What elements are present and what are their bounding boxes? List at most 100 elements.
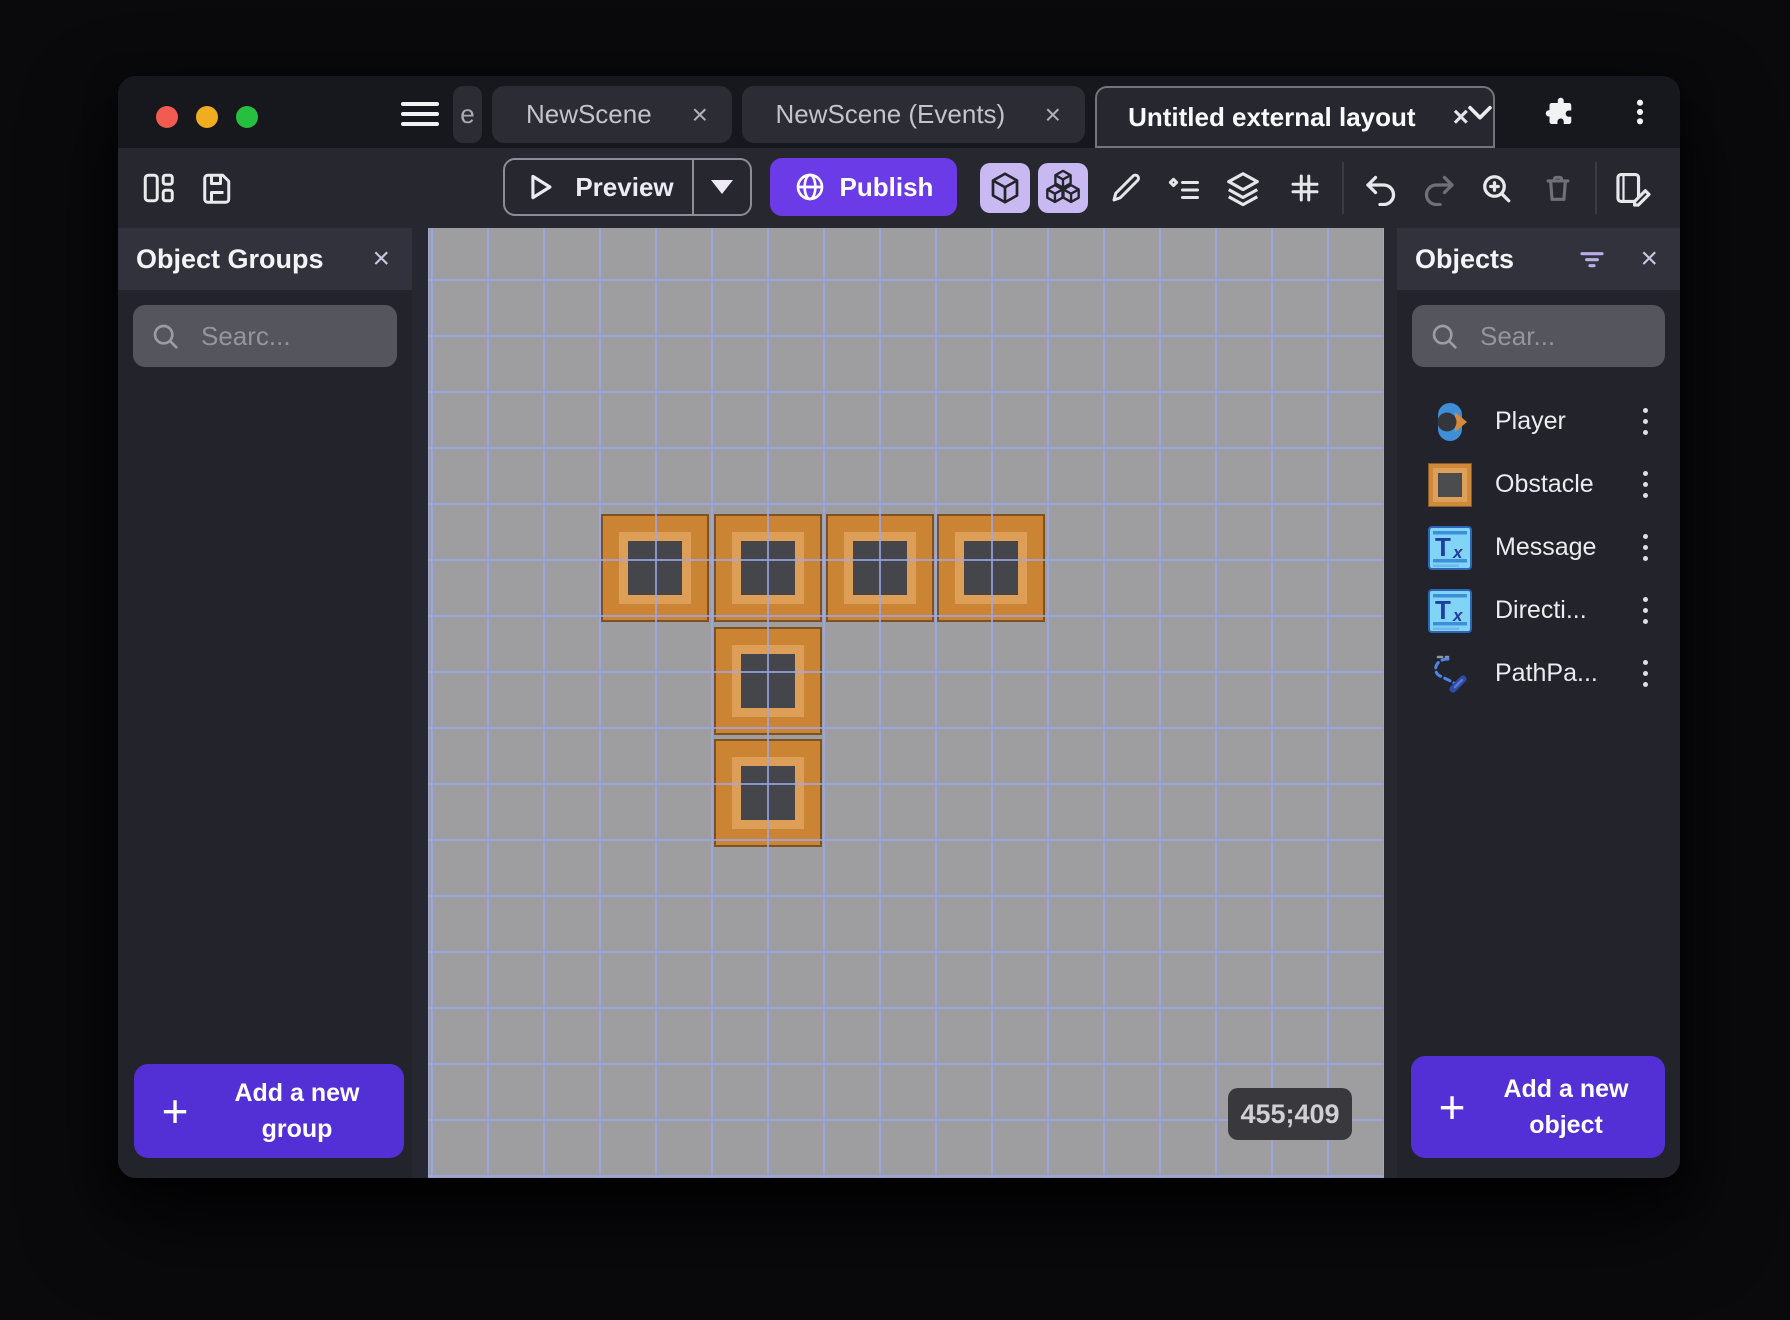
svg-text:x: x <box>1452 606 1464 625</box>
text-object-icon: Tx <box>1427 525 1473 571</box>
zoom-window-button[interactable] <box>236 106 258 128</box>
obstacle-icon <box>1427 462 1473 508</box>
add-object-label: Add a new object <box>1503 1075 1629 1139</box>
preview-button-main[interactable]: Preview <box>505 160 692 214</box>
close-icon[interactable]: × <box>692 100 708 129</box>
zoom-in-icon[interactable] <box>1476 168 1516 208</box>
panel-title: Object Groups <box>136 243 324 274</box>
obstacle-instance[interactable] <box>826 514 934 622</box>
scene-canvas[interactable]: 455;409 <box>428 228 1384 1178</box>
tab-label: NewScene <box>525 99 652 129</box>
object-menu-icon[interactable] <box>1639 467 1652 502</box>
plus-icon: + <box>1438 1081 1466 1133</box>
obstacle-instance[interactable] <box>714 627 822 735</box>
objects-header: Objects × <box>1397 228 1680 290</box>
toolbar-separator <box>1595 162 1597 214</box>
obstacle-instance[interactable] <box>714 739 822 847</box>
svg-text:T: T <box>1435 532 1451 562</box>
tab-newscene-events[interactable]: NewScene (Events) × <box>742 86 1085 143</box>
caret-down-icon <box>711 180 733 194</box>
close-icon[interactable]: × <box>1636 244 1662 274</box>
obstacle-instance[interactable] <box>714 514 822 622</box>
search-input[interactable] <box>199 319 381 353</box>
globe-icon <box>796 173 823 201</box>
minimize-window-button[interactable] <box>196 106 218 128</box>
cube-icon <box>991 172 1019 204</box>
instructions-list-icon[interactable] <box>1164 168 1204 208</box>
play-icon <box>531 174 552 200</box>
tab-untitled-external-layout[interactable]: Untitled external layout × <box>1095 86 1495 148</box>
object-row-player[interactable]: Player <box>1397 390 1680 453</box>
instances-editor-toggle[interactable] <box>1038 163 1088 213</box>
objects-search[interactable] <box>1412 305 1665 367</box>
search-input[interactable] <box>1478 319 1649 353</box>
cubes-icon <box>1046 169 1080 204</box>
filter-icon[interactable] <box>1576 243 1608 275</box>
grid-overlay <box>428 228 1384 1178</box>
titlebar: e NewScene × NewScene (Events) × Untitle… <box>118 76 1680 148</box>
object-row-pathpaint[interactable]: PathPa... <box>1397 642 1680 705</box>
toolbar: Preview Publish <box>118 148 1680 228</box>
undo-icon[interactable] <box>1360 168 1400 208</box>
publish-button[interactable]: Publish <box>770 158 957 216</box>
object-menu-icon[interactable] <box>1639 530 1652 565</box>
publish-label: Publish <box>839 171 934 202</box>
objects-list: Player Obstacle Tx Message T x Directi..… <box>1397 390 1680 705</box>
tab-bar: e NewScene × NewScene (Events) × Untitle… <box>453 86 1495 148</box>
player-icon <box>1427 399 1473 445</box>
window-controls <box>156 106 258 128</box>
main-menu-icon[interactable] <box>401 102 439 126</box>
objects-panel: Objects × Player <box>1397 228 1680 1178</box>
search-icon <box>1432 324 1457 349</box>
toolbar-separator <box>1342 162 1344 214</box>
close-icon[interactable]: × <box>368 244 394 274</box>
preview-dropdown[interactable] <box>692 160 750 214</box>
object-menu-icon[interactable] <box>1639 593 1652 628</box>
main-area: Object Groups × + Add a new group <box>118 228 1680 1178</box>
cursor-coordinates-badge: 455;409 <box>1228 1088 1352 1140</box>
objects-editor-toggle[interactable] <box>980 163 1030 213</box>
object-row-directions[interactable]: Tx Directi... <box>1397 579 1680 642</box>
titlebar-right-icons <box>1462 90 1658 134</box>
path-paint-icon <box>1427 651 1473 697</box>
tab-newscene[interactable]: NewScene × <box>492 86 732 143</box>
plus-icon: + <box>161 1085 189 1137</box>
obstacle-instance[interactable] <box>937 514 1045 622</box>
object-row-message[interactable]: Tx Message <box>1397 516 1680 579</box>
save-icon[interactable] <box>196 168 236 208</box>
add-object-button[interactable]: + Add a new object <box>1411 1056 1665 1158</box>
preview-label: Preview <box>575 171 674 202</box>
svg-text:x: x <box>1452 543 1464 562</box>
preview-button[interactable]: Preview <box>503 158 752 216</box>
object-menu-icon[interactable] <box>1639 404 1652 439</box>
close-window-button[interactable] <box>156 106 178 128</box>
redo-icon[interactable] <box>1420 168 1460 208</box>
add-group-button[interactable]: + Add a new group <box>134 1064 404 1158</box>
grid-icon[interactable] <box>1285 168 1325 208</box>
tab-partial[interactable]: e <box>453 86 482 143</box>
trash-icon[interactable] <box>1538 168 1578 208</box>
object-groups-panel: Object Groups × + Add a new group <box>118 228 412 1178</box>
obstacle-instance[interactable] <box>601 514 709 622</box>
text-object-icon: Tx <box>1427 588 1473 634</box>
app-window: e NewScene × NewScene (Events) × Untitle… <box>118 76 1680 1178</box>
tab-label: e <box>460 99 475 129</box>
tab-label: Untitled external layout <box>1128 101 1416 132</box>
svg-text:T: T <box>1435 595 1451 625</box>
chevron-down-icon[interactable] <box>1462 94 1498 130</box>
more-options-icon[interactable] <box>1622 94 1658 130</box>
object-groups-header: Object Groups × <box>118 228 412 290</box>
panel-title: Objects <box>1415 243 1515 274</box>
project-manager-icon[interactable] <box>138 168 178 208</box>
tab-label: NewScene (Events) <box>775 99 1006 129</box>
pencil-tool-icon[interactable] <box>1106 168 1146 208</box>
extensions-puzzle-icon[interactable] <box>1542 94 1578 130</box>
object-row-obstacle[interactable]: Obstacle <box>1397 453 1680 516</box>
search-icon <box>153 324 178 349</box>
layers-icon[interactable] <box>1223 168 1263 208</box>
object-groups-search[interactable] <box>133 305 397 367</box>
edit-scene-icon[interactable] <box>1613 168 1653 208</box>
object-menu-icon[interactable] <box>1639 656 1652 691</box>
close-icon[interactable]: × <box>1045 100 1061 129</box>
desktop: e NewScene × NewScene (Events) × Untitle… <box>0 0 1790 1320</box>
